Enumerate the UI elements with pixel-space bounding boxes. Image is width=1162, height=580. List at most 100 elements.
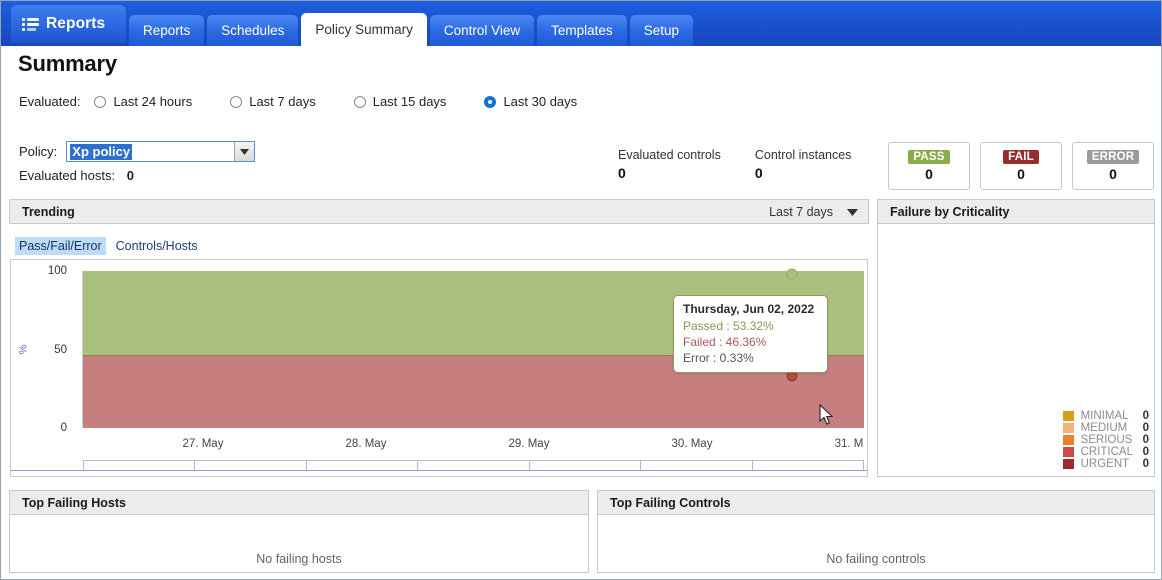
top-failing-controls-header: Top Failing Controls [597, 490, 1155, 515]
status-value-error: 0 [1109, 166, 1117, 182]
criticality-legend: MINIMAL 0 MEDIUM 0 SERIOUS 0 CRITICAL 0 … [1063, 410, 1149, 470]
radio-label: Last 7 days [249, 94, 316, 109]
radio-label: Last 15 days [373, 94, 447, 109]
x-axis-tick: 29. May [509, 438, 550, 450]
tooltip-failed: Failed : 46.36% [683, 335, 818, 349]
chevron-down-icon [847, 205, 858, 219]
top-failing-controls-empty: No failing controls [598, 552, 1154, 566]
tab-templates[interactable]: Templates [537, 15, 627, 46]
list-menu-icon [22, 17, 39, 31]
criticality-title: Failure by Criticality [890, 205, 1009, 219]
brand-label: Reports [46, 15, 105, 33]
legend-item-medium[interactable]: MEDIUM 0 [1063, 422, 1149, 434]
main-tabs: Reports Schedules Policy Summary Control… [129, 8, 693, 46]
criticality-panel-header: Failure by Criticality [877, 199, 1155, 224]
y-axis-tick: 100 [11, 265, 67, 277]
legend-value: 0 [1143, 434, 1149, 446]
legend-swatch-icon [1063, 459, 1074, 469]
tab-schedules[interactable]: Schedules [207, 15, 298, 46]
tab-reports[interactable]: Reports [129, 15, 204, 46]
radio-last-24-hours[interactable]: Last 24 hours [94, 94, 192, 109]
status-badge-pass: PASS [908, 150, 949, 164]
y-axis-tick: 0 [11, 422, 67, 434]
counter-evaluated-controls: Evaluated controls 0 [618, 148, 721, 181]
status-card-pass[interactable]: PASS 0 [888, 142, 970, 190]
counter-label: Control instances [755, 148, 852, 162]
tooltip-passed: Passed : 53.32% [683, 319, 818, 333]
legend-label: MINIMAL [1081, 410, 1143, 422]
evaluated-label: Evaluated: [19, 94, 80, 109]
status-card-fail[interactable]: FAIL 0 [980, 142, 1062, 190]
legend-label: MEDIUM [1081, 422, 1143, 434]
radio-circle-icon [94, 96, 106, 108]
chart-tooltip: Thursday, Jun 02, 2022 Passed : 53.32% F… [673, 295, 828, 373]
legend-swatch-icon [1063, 411, 1074, 421]
counter-value: 0 [618, 165, 721, 181]
counter-value: 0 [755, 165, 852, 181]
legend-item-serious[interactable]: SERIOUS 0 [1063, 434, 1149, 446]
subtab-controls-hosts[interactable]: Controls/Hosts [112, 237, 202, 255]
legend-item-urgent[interactable]: URGENT 0 [1063, 458, 1149, 470]
top-failing-controls-title: Top Failing Controls [610, 496, 731, 510]
legend-value: 0 [1143, 410, 1149, 422]
tab-setup[interactable]: Setup [630, 15, 693, 46]
status-cards: PASS 0 FAIL 0 ERROR 0 [888, 142, 1154, 190]
radio-circle-icon [354, 96, 366, 108]
tooltip-error: Error : 0.33% [683, 351, 818, 365]
radio-label: Last 30 days [503, 94, 577, 109]
status-badge-fail: FAIL [1003, 150, 1039, 164]
legend-swatch-icon [1063, 447, 1074, 457]
x-axis-tick: 30. May [672, 438, 713, 450]
policy-summary-page: Reports Reports Schedules Policy Summary… [0, 0, 1162, 580]
evaluated-hosts-label: Evaluated hosts: [19, 168, 115, 183]
x-axis-tick: 31. M [835, 438, 864, 450]
counters-group: Evaluated controls 0 Control instances 0 [618, 148, 885, 181]
legend-item-critical[interactable]: CRITICAL 0 [1063, 446, 1149, 458]
y-axis-title: % [17, 346, 29, 355]
evaluated-filter: Evaluated: Last 24 hours Last 7 days Las… [19, 94, 577, 109]
legend-label: CRITICAL [1081, 446, 1143, 458]
tab-policy-summary[interactable]: Policy Summary [301, 13, 427, 46]
chart-navigator-baseline [11, 470, 867, 471]
radio-label: Last 24 hours [113, 94, 192, 109]
brand-reports[interactable]: Reports [11, 5, 126, 43]
subtab-pass-fail-error[interactable]: Pass/Fail/Error [15, 237, 106, 255]
top-failing-hosts-header: Top Failing Hosts [9, 490, 589, 515]
legend-value: 0 [1143, 446, 1149, 458]
status-card-error[interactable]: ERROR 0 [1072, 142, 1154, 190]
policy-select-value: Xp policy [70, 144, 132, 160]
top-failing-hosts-empty: No failing hosts [10, 552, 588, 566]
tab-control-view[interactable]: Control View [430, 15, 534, 46]
policy-selector-row: Policy: Xp policy [19, 141, 255, 162]
legend-item-minimal[interactable]: MINIMAL 0 [1063, 410, 1149, 422]
top-failing-hosts-body: No failing hosts [9, 515, 589, 573]
radio-last-7-days[interactable]: Last 7 days [230, 94, 316, 109]
legend-label: URGENT [1081, 458, 1143, 470]
legend-label: SERIOUS [1081, 434, 1143, 446]
chevron-down-icon[interactable] [234, 142, 254, 161]
evaluated-hosts-value: 0 [127, 168, 134, 183]
trending-subtabs: Pass/Fail/Error Controls/Hosts [15, 237, 202, 255]
trending-title: Trending [22, 205, 75, 219]
counter-label: Evaluated controls [618, 148, 721, 162]
top-failing-hosts-title: Top Failing Hosts [22, 496, 126, 510]
radio-last-15-days[interactable]: Last 15 days [354, 94, 447, 109]
x-axis-tick: 27. May [183, 438, 224, 450]
status-badge-error: ERROR [1087, 150, 1140, 164]
legend-swatch-icon [1063, 435, 1074, 445]
mouse-cursor-icon [819, 404, 834, 426]
counter-control-instances: Control instances 0 [755, 148, 852, 181]
page-title: Summary [18, 51, 117, 77]
legend-swatch-icon [1063, 423, 1074, 433]
trending-range-select[interactable]: Last 7 days [769, 205, 858, 219]
data-point-marker-passed[interactable] [787, 269, 798, 280]
legend-value: 0 [1143, 422, 1149, 434]
radio-circle-selected-icon [484, 96, 496, 108]
top-navbar: Reports Reports Schedules Policy Summary… [1, 1, 1161, 46]
evaluated-hosts: Evaluated hosts: 0 [19, 168, 134, 183]
top-failing-controls-body: No failing controls [597, 515, 1155, 573]
radio-last-30-days[interactable]: Last 30 days [484, 94, 577, 109]
policy-select[interactable]: Xp policy [66, 141, 255, 162]
radio-circle-icon [230, 96, 242, 108]
trending-range-value: Last 7 days [769, 205, 833, 219]
